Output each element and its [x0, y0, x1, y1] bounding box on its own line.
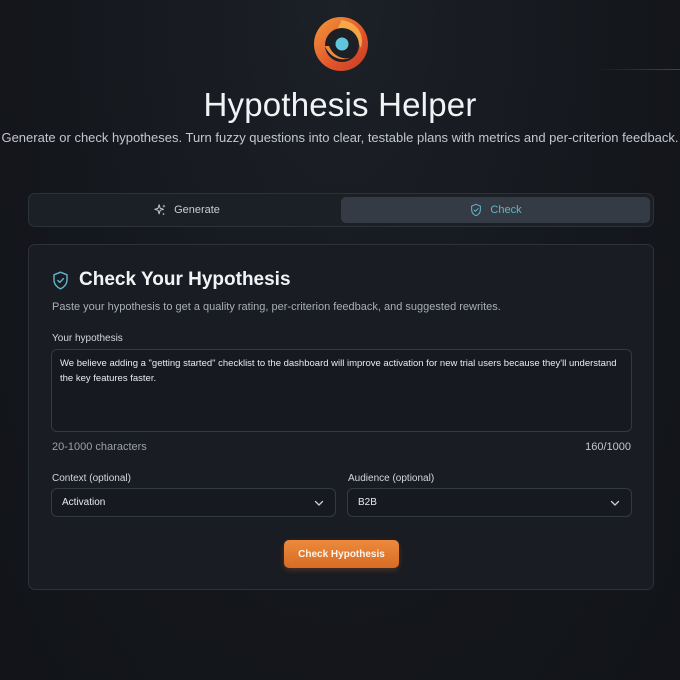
tab-check[interactable]: Check — [341, 197, 650, 223]
chevron-down-icon — [314, 500, 324, 506]
audience-select-value: B2B — [358, 497, 377, 508]
page-title: Hypothesis Helper — [203, 86, 477, 123]
page-subtitle: Generate or check hypotheses. Turn fuzzy… — [1, 130, 679, 145]
decorative-line — [592, 69, 680, 70]
sparkles-icon — [154, 204, 166, 216]
chevron-down-icon — [610, 500, 620, 506]
shield-check-icon — [471, 203, 482, 217]
shield-check-icon — [53, 271, 68, 289]
character-hint: 20-1000 characters — [52, 441, 147, 453]
tab-generate[interactable]: Generate — [32, 197, 341, 223]
card-title: Check Your Hypothesis — [79, 269, 291, 290]
context-select-value: Activation — [62, 497, 106, 508]
mode-tabs: Generate Check — [28, 193, 654, 227]
card-description: Paste your hypothesis to get a quality r… — [52, 301, 501, 313]
context-label: Context (optional) — [52, 473, 131, 484]
hypothesis-textarea[interactable]: We believe adding a "getting started" ch… — [51, 349, 632, 432]
check-hypothesis-button[interactable]: Check Hypothesis — [284, 540, 399, 568]
hypothesis-label: Your hypothesis — [52, 333, 123, 344]
card-header: Check Your Hypothesis — [52, 269, 291, 291]
audience-select[interactable]: B2B — [347, 488, 632, 517]
tab-check-label: Check — [490, 204, 522, 216]
audience-label: Audience (optional) — [348, 473, 435, 484]
check-hypothesis-card: Check Your Hypothesis Paste your hypothe… — [28, 244, 654, 590]
eye-flame-logo-icon — [314, 17, 368, 71]
character-counter: 160/1000 — [585, 441, 631, 453]
context-select[interactable]: Activation — [51, 488, 336, 517]
tab-generate-label: Generate — [174, 204, 220, 216]
